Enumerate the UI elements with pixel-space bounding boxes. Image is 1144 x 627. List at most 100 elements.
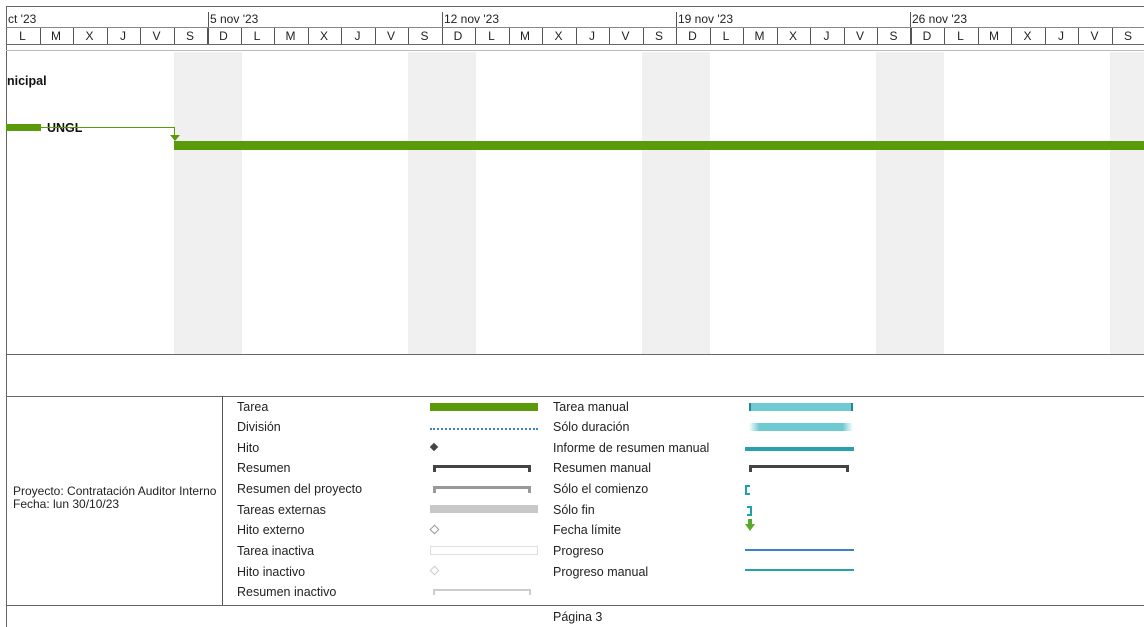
day-label: S bbox=[889, 29, 898, 43]
day-label: M bbox=[754, 29, 765, 43]
day-label: J bbox=[120, 29, 126, 43]
legend-duration-only-swatch bbox=[749, 423, 853, 431]
day-divider bbox=[508, 28, 510, 44]
day-label: L bbox=[957, 29, 964, 43]
day-label: S bbox=[420, 29, 429, 43]
legend-label: Informe de resumen manual bbox=[553, 441, 710, 455]
day-divider bbox=[39, 28, 41, 44]
day-label: X bbox=[788, 29, 797, 43]
week-label: 12 nov '23 bbox=[444, 12, 500, 26]
day-divider bbox=[776, 28, 778, 44]
legend-summary-swatch bbox=[433, 465, 531, 468]
day-label: S bbox=[654, 29, 663, 43]
legend-label: Hito bbox=[237, 441, 260, 455]
day-divider bbox=[1011, 28, 1012, 44]
day-divider bbox=[374, 28, 376, 44]
chart-top-line bbox=[6, 50, 1144, 51]
day-divider bbox=[408, 28, 409, 44]
day-label: J bbox=[1058, 29, 1064, 43]
legend-inactive-summary-cap bbox=[433, 589, 435, 595]
day-divider bbox=[977, 28, 979, 44]
day-divider bbox=[642, 28, 644, 44]
legend-label: Hito externo bbox=[237, 523, 305, 537]
deadline-arrow-icon bbox=[745, 524, 755, 531]
timescale-bottom bbox=[6, 44, 1144, 45]
day-divider bbox=[944, 28, 945, 44]
day-label: L bbox=[488, 29, 495, 43]
day-divider bbox=[1111, 28, 1113, 44]
legend-inactive-summary-swatch bbox=[433, 589, 531, 591]
finish-only-icon bbox=[747, 506, 752, 516]
day-label: X bbox=[85, 29, 94, 43]
legend-label: Sólo el comienzo bbox=[553, 482, 649, 496]
day-divider bbox=[307, 28, 309, 44]
week-label: 19 nov '23 bbox=[678, 12, 734, 26]
footer-line bbox=[6, 605, 1144, 606]
legend-manual-task-swatch bbox=[749, 403, 853, 411]
legend-external-swatch bbox=[430, 505, 538, 513]
weekend-shade bbox=[876, 52, 944, 354]
day-label: J bbox=[823, 29, 830, 43]
legend-label: Hito inactivo bbox=[237, 565, 306, 579]
legend-top-line bbox=[6, 396, 1144, 397]
legend-label: Resumen inactivo bbox=[237, 585, 337, 599]
day-divider bbox=[609, 28, 610, 44]
day-label: D bbox=[688, 29, 697, 43]
day-label: M bbox=[285, 29, 296, 43]
summary-task-label: nicipal bbox=[7, 74, 47, 88]
day-divider bbox=[441, 28, 443, 44]
legend-split-swatch bbox=[430, 428, 538, 430]
day-label: L bbox=[19, 29, 26, 43]
day-label: X bbox=[554, 29, 563, 43]
day-divider bbox=[877, 28, 878, 44]
legend-manual-summary-cap bbox=[749, 465, 752, 472]
week-label: ct '23 bbox=[8, 12, 37, 26]
day-divider bbox=[274, 28, 275, 44]
legend-label: Fecha límite bbox=[553, 523, 622, 537]
project-name: Proyecto: Contratación Auditor Interno bbox=[13, 484, 217, 498]
legend-manual-summary-swatch bbox=[749, 465, 849, 468]
day-label: M bbox=[989, 29, 999, 43]
legend-project-summary-cap bbox=[433, 486, 436, 493]
day-divider bbox=[810, 28, 811, 44]
day-divider bbox=[843, 28, 845, 44]
legend-label: Tarea inactiva bbox=[237, 544, 315, 558]
legend-divider bbox=[222, 396, 223, 605]
day-divider bbox=[1078, 28, 1079, 44]
day-divider bbox=[542, 28, 543, 44]
task-bar-main[interactable] bbox=[174, 141, 1144, 150]
day-divider bbox=[140, 28, 141, 44]
week-divider bbox=[208, 12, 209, 45]
legend-label: Sólo fin bbox=[553, 503, 595, 517]
day-label: S bbox=[1123, 29, 1132, 43]
dependency-line bbox=[41, 127, 175, 128]
legend-label: División bbox=[237, 420, 281, 434]
day-divider bbox=[73, 28, 74, 44]
day-label: J bbox=[589, 29, 595, 43]
day-label: D bbox=[922, 29, 932, 43]
weekend-shade bbox=[642, 52, 710, 354]
legend-label: Resumen bbox=[237, 461, 291, 475]
day-label: X bbox=[319, 29, 328, 43]
day-label: M bbox=[520, 29, 530, 43]
start-only-icon bbox=[745, 485, 750, 495]
legend-label: Progreso bbox=[553, 544, 604, 558]
task-bar-start[interactable] bbox=[6, 124, 41, 131]
legend-label: Tarea bbox=[237, 400, 269, 414]
day-label: V bbox=[621, 29, 630, 43]
legend-progress-swatch bbox=[745, 549, 854, 551]
day-divider bbox=[743, 28, 744, 44]
project-date: Fecha: lun 30/10/23 bbox=[13, 497, 120, 511]
day-divider bbox=[173, 28, 175, 44]
day-label: S bbox=[185, 29, 194, 43]
day-label: L bbox=[722, 29, 730, 43]
legend-manual-summary-rollup-swatch bbox=[745, 447, 854, 451]
day-divider bbox=[1044, 28, 1046, 44]
day-divider bbox=[207, 28, 208, 44]
deadline-arrow-stem bbox=[748, 519, 752, 524]
day-label: D bbox=[453, 29, 463, 43]
page-number: Página 3 bbox=[553, 610, 603, 624]
day-divider bbox=[475, 28, 476, 44]
legend-label: Resumen manual bbox=[553, 461, 651, 475]
day-label: D bbox=[219, 29, 228, 43]
